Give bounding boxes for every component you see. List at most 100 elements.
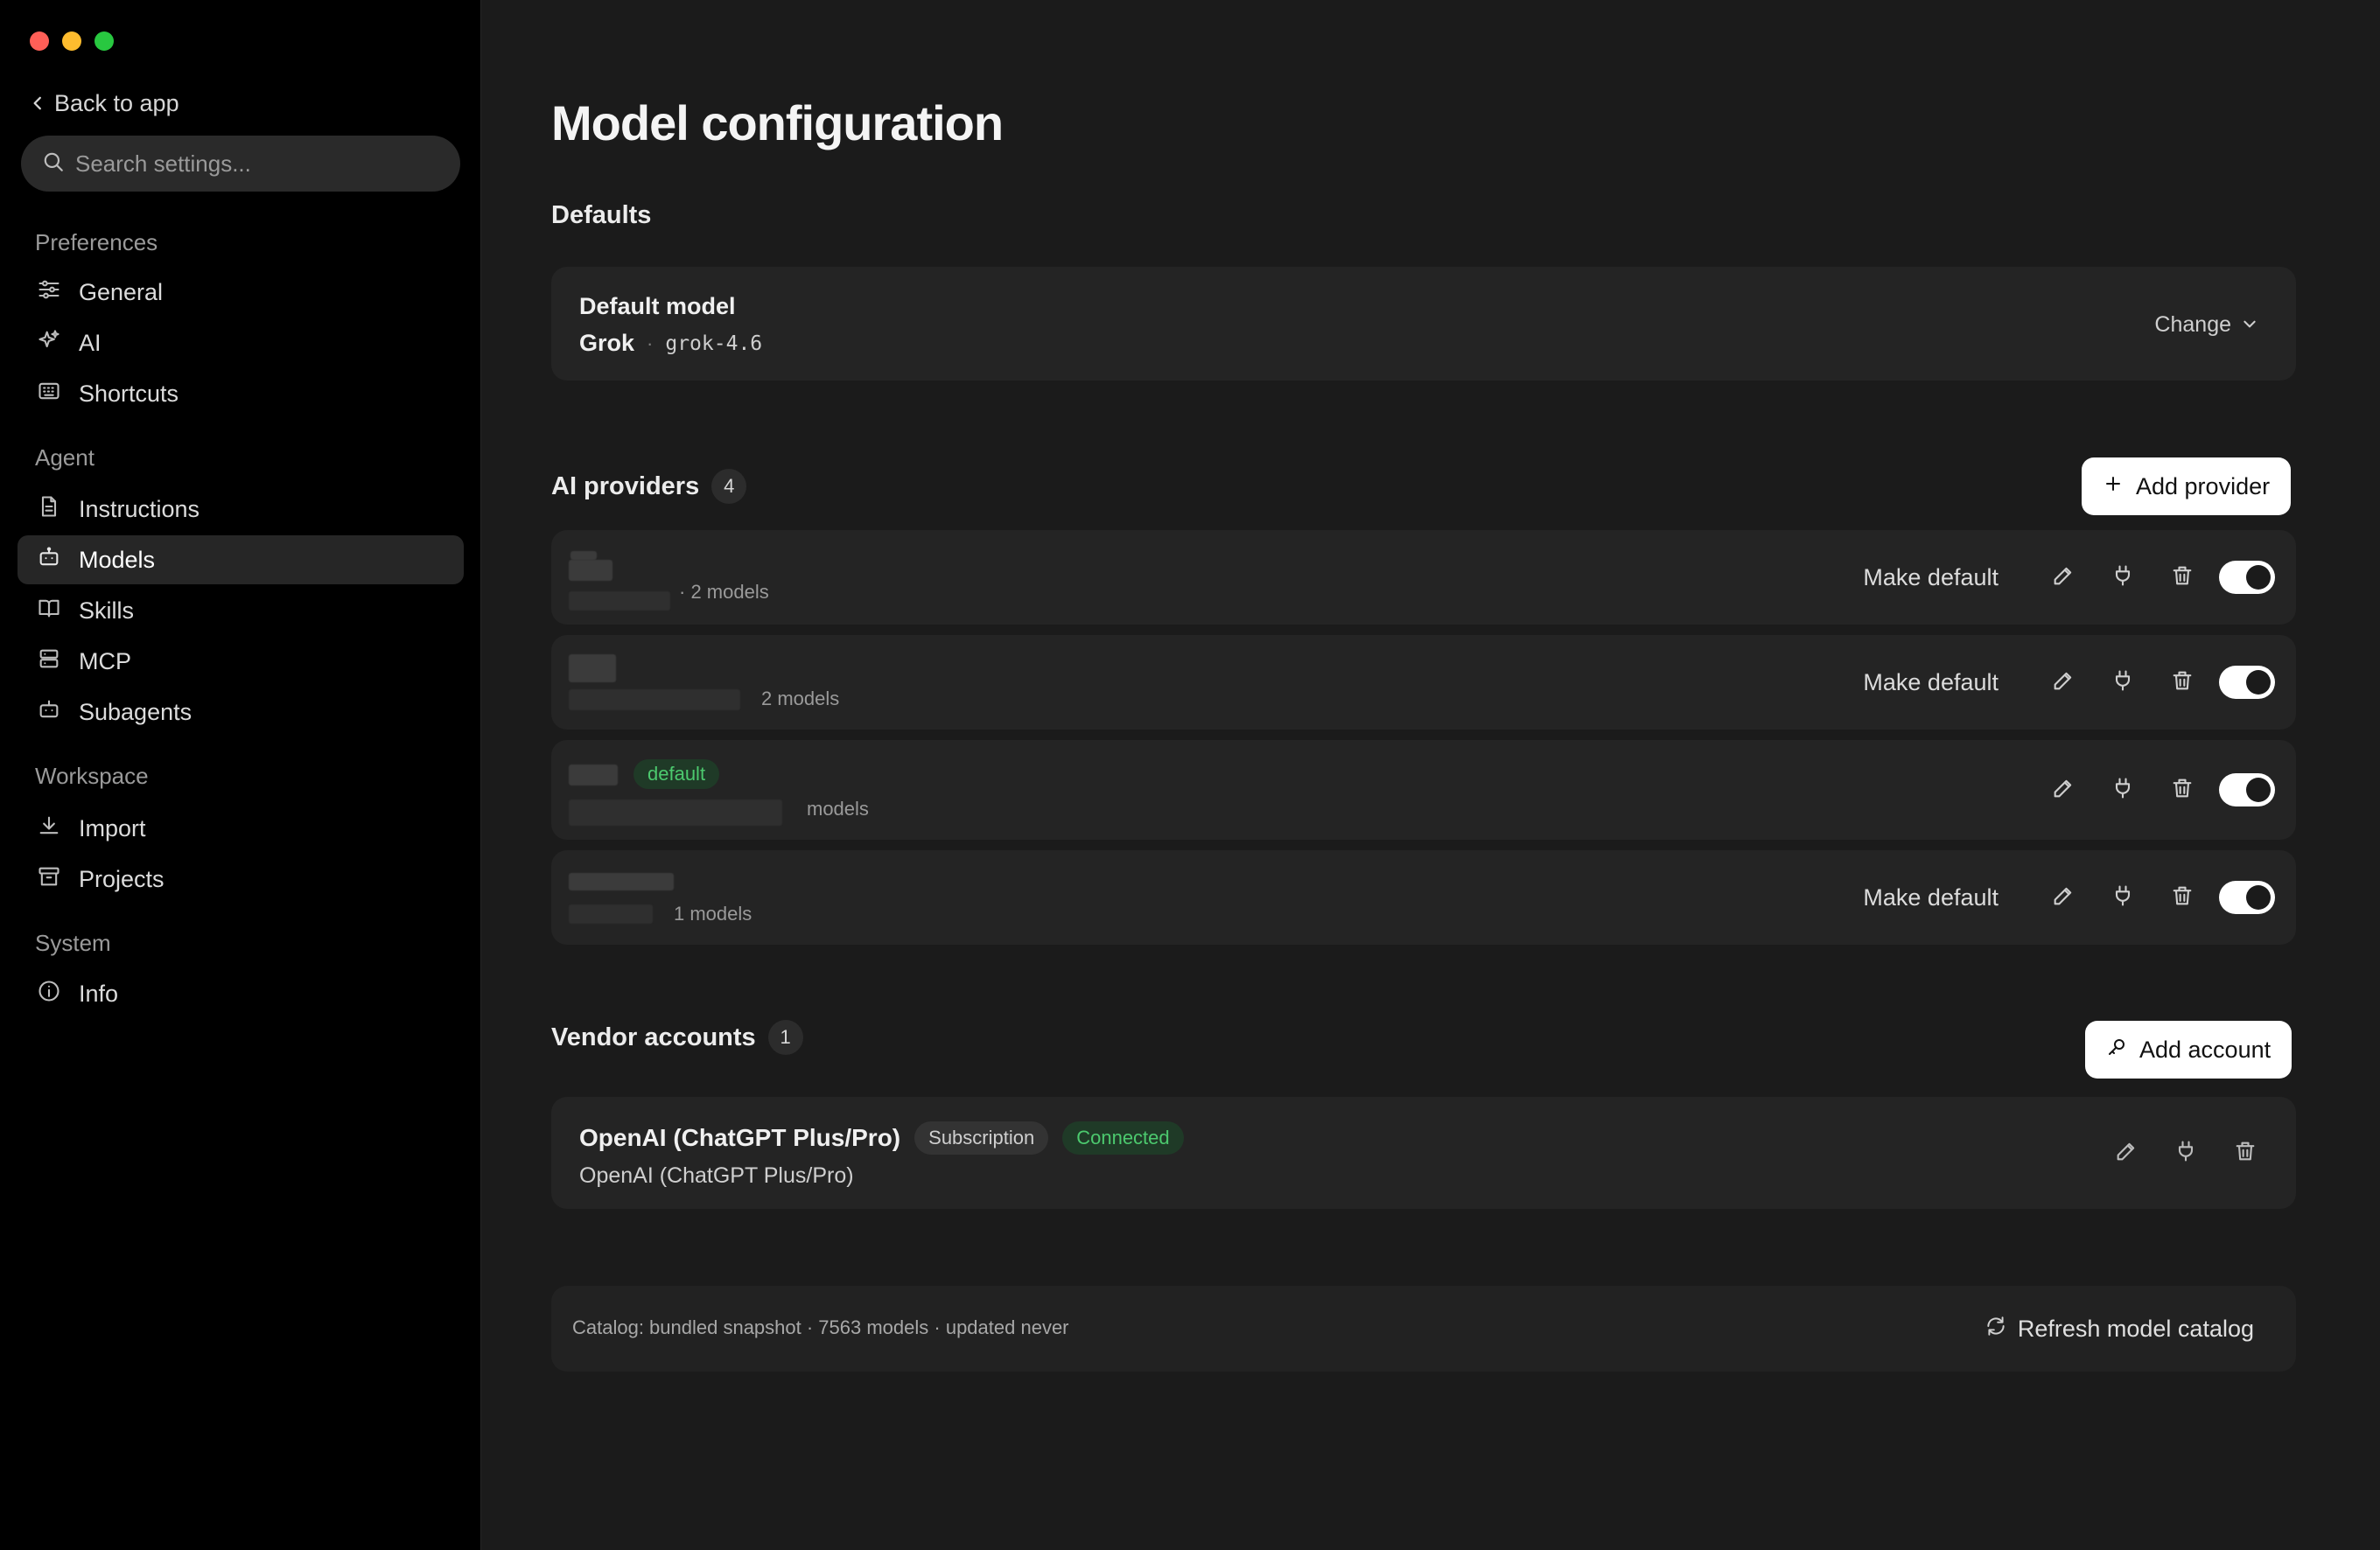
key-icon (2106, 1037, 2127, 1064)
sidebar-item-label: Models (79, 546, 156, 573)
redacted-provider-name (569, 654, 616, 682)
sidebar-item-info[interactable]: Info (18, 969, 464, 1018)
catalog-status: Catalog: bundled snapshot · 7563 models … (572, 1316, 1069, 1338)
close-window-button[interactable] (30, 31, 49, 51)
add-account-button[interactable]: Add account (2085, 1021, 2292, 1079)
section-agent: Agent (35, 444, 94, 471)
make-default-button[interactable]: Make default (1863, 669, 1998, 696)
bot-icon (37, 697, 61, 728)
vendor-subtitle: OpenAI (ChatGPT Plus/Pro) (579, 1163, 854, 1188)
main-content: Model configuration Defaults Default mod… (482, 0, 2380, 1550)
section-workspace: Workspace (35, 763, 149, 789)
subscription-badge: Subscription (914, 1121, 1049, 1155)
provider-enabled-toggle[interactable] (2219, 561, 2275, 594)
separator-dot: · (647, 332, 654, 354)
back-to-app-link[interactable]: Back to app (30, 87, 179, 119)
sidebar-item-label: Instructions (79, 495, 200, 522)
edit-provider-button[interactable] (2034, 551, 2093, 604)
robot-icon (37, 545, 61, 576)
plug-icon (2110, 668, 2135, 697)
default-model-card: Default model Grok · grok-4.6 Change (551, 267, 2296, 381)
info-icon (37, 979, 61, 1009)
section-heading-label: AI providers (551, 471, 700, 500)
test-connection-button[interactable] (2093, 764, 2152, 816)
redacted-provider-url (569, 799, 782, 826)
provider-actions (2034, 740, 2275, 840)
connected-status-badge: Connected (1062, 1121, 1184, 1155)
sidebar-item-label: AI (79, 329, 102, 356)
test-connection-button[interactable] (2093, 656, 2152, 709)
provider-models-count: 2 models (761, 688, 840, 709)
redacted-provider-name (569, 873, 674, 890)
sidebar: Back to app Preferences General AI (0, 0, 481, 1550)
sidebar-item-shortcuts[interactable]: Shortcuts (18, 369, 464, 418)
test-connection-button[interactable] (2093, 871, 2152, 924)
delete-provider-button[interactable] (2152, 551, 2212, 604)
refresh-catalog-label: Refresh model catalog (2017, 1315, 2254, 1342)
provider-enabled-toggle[interactable] (2219, 773, 2275, 806)
make-default-button[interactable]: Make default (1863, 884, 1998, 911)
plug-icon (2110, 883, 2135, 912)
provider-row: 2 models Make default (551, 635, 2296, 730)
provider-row: 1 models Make default (551, 850, 2296, 945)
sidebar-item-ai[interactable]: AI (18, 318, 464, 367)
vendor-account-row: OpenAI (ChatGPT Plus/Pro) Subscription C… (551, 1097, 2296, 1209)
add-provider-button[interactable]: Add provider (2082, 457, 2292, 515)
change-default-model-button[interactable]: Change (2154, 307, 2258, 342)
sidebar-item-instructions[interactable]: Instructions (18, 485, 464, 534)
provider-row: · 2 models Make default (551, 530, 2296, 625)
defaults-heading: Defaults (551, 201, 651, 230)
default-model-label: Default model (579, 293, 736, 319)
make-default-button[interactable]: Make default (1863, 564, 1998, 591)
sidebar-item-general[interactable]: General (18, 268, 464, 317)
sidebar-item-models[interactable]: Models (18, 535, 464, 584)
refresh-icon (1984, 1315, 2007, 1344)
page-title: Model configuration (551, 95, 1004, 150)
settings-search[interactable] (21, 136, 460, 192)
sparkles-icon (37, 328, 61, 359)
provider-actions: Make default (1863, 850, 2275, 945)
sidebar-item-label: Shortcuts (79, 380, 179, 407)
sidebar-item-skills[interactable]: Skills (18, 586, 464, 635)
plug-icon (2110, 563, 2135, 592)
pencil-icon (2051, 883, 2076, 912)
providers-count-badge: 4 (711, 469, 747, 504)
trash-icon (2170, 563, 2194, 592)
default-provider-badge: default (634, 759, 720, 789)
sidebar-item-label: Skills (79, 597, 135, 624)
pencil-icon (2051, 563, 2076, 592)
provider-models-count: 1 models (674, 903, 752, 925)
default-model-value: Grok · grok-4.6 (579, 330, 762, 357)
sidebar-item-mcp[interactable]: MCP (18, 637, 464, 686)
minimize-window-button[interactable] (62, 31, 81, 51)
redacted-provider-url (569, 591, 670, 611)
provider-enabled-toggle[interactable] (2219, 881, 2275, 914)
zoom-window-button[interactable] (94, 31, 114, 51)
test-account-button[interactable] (2156, 1127, 2216, 1179)
sidebar-item-label: General (79, 278, 164, 305)
chevron-down-icon (2242, 312, 2258, 338)
provider-actions: Make default (1863, 635, 2275, 730)
test-connection-button[interactable] (2093, 551, 2152, 604)
edit-provider-button[interactable] (2034, 764, 2093, 816)
search-input[interactable] (75, 150, 443, 178)
model-catalog-card: Catalog: bundled snapshot · 7563 models … (551, 1286, 2296, 1372)
provider-enabled-toggle[interactable] (2219, 666, 2275, 699)
window-controls (30, 31, 114, 51)
delete-provider-button[interactable] (2152, 871, 2212, 924)
delete-account-button[interactable] (2216, 1127, 2275, 1179)
delete-provider-button[interactable] (2152, 764, 2212, 816)
plug-icon (2110, 776, 2135, 805)
sidebar-item-projects[interactable]: Projects (18, 855, 464, 904)
sidebar-item-import[interactable]: Import (18, 804, 464, 853)
edit-provider-button[interactable] (2034, 871, 2093, 924)
refresh-catalog-button[interactable]: Refresh model catalog (1984, 1310, 2254, 1347)
sidebar-item-subagents[interactable]: Subagents (18, 688, 464, 737)
settings-window: Back to app Preferences General AI (0, 0, 2380, 1550)
delete-provider-button[interactable] (2152, 656, 2212, 709)
edit-provider-button[interactable] (2034, 656, 2093, 709)
trash-icon (2170, 776, 2194, 805)
vendor-name: OpenAI (ChatGPT Plus/Pro) (579, 1124, 901, 1151)
edit-account-button[interactable] (2096, 1127, 2156, 1179)
sidebar-item-label: Projects (79, 865, 164, 892)
